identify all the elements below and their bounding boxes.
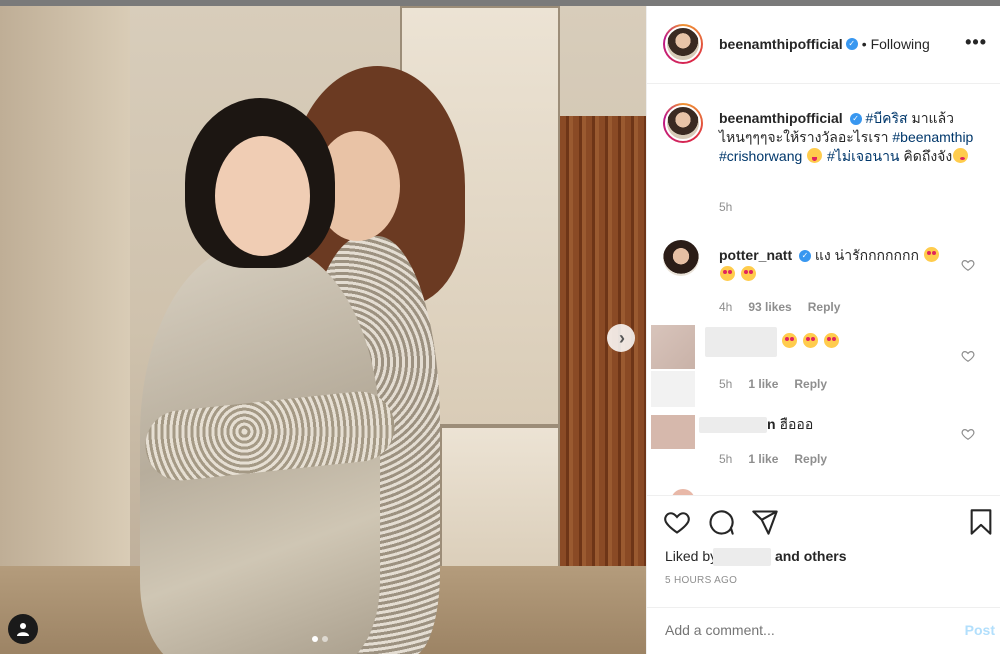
comment-icon[interactable] (707, 508, 735, 536)
chevron-right-icon: › (619, 328, 625, 348)
caption-time[interactable]: 5h (719, 200, 732, 214)
hashtag-link[interactable]: #ไม่เจอนาน (827, 148, 899, 164)
carousel-dot (312, 636, 318, 642)
follow-status-button[interactable]: Following (871, 36, 930, 52)
caption-meta: 5h (719, 200, 732, 214)
redacted-username (699, 417, 767, 434)
post-photo[interactable]: › (0, 6, 646, 654)
caption-username[interactable]: beenamthipofficial (719, 110, 843, 126)
comment-input[interactable] (665, 622, 915, 638)
comment-meta: 4h 93 likes Reply (719, 300, 840, 314)
author-avatar[interactable] (663, 103, 703, 143)
liked-by: Liked by and others (665, 548, 847, 567)
comment-time[interactable]: 4h (719, 300, 732, 314)
commenter-username-tail[interactable]: n (767, 416, 776, 432)
tagged-users-button[interactable] (8, 614, 38, 644)
comment-like-heart-icon[interactable] (961, 258, 975, 272)
comment-text (705, 327, 959, 357)
add-comment-bar: Post (647, 607, 1000, 654)
kiss-emoji-icon (953, 148, 969, 163)
photo-person-face (215, 136, 310, 256)
commenter-username[interactable]: potter_natt (719, 247, 792, 263)
tag-user-icon (17, 623, 29, 636)
comment-meta: 5h 1 like Reply (719, 452, 827, 466)
liked-by-prefix: Liked by (665, 548, 718, 564)
more-icon[interactable]: ••• (965, 32, 987, 53)
commenter-avatar[interactable] (651, 415, 695, 449)
comment-likes[interactable]: 1 like (748, 377, 778, 391)
carousel-dot (322, 636, 328, 642)
redacted-block (651, 371, 695, 407)
post-comment-button[interactable]: Post (965, 622, 995, 638)
comment-body: แง น่ารักกกกกกก (814, 247, 919, 263)
hashtag-link[interactable]: #บีคริส (865, 110, 907, 126)
heart-eyes-emoji-icon (781, 332, 797, 348)
caption-body: คิดถึงจัง (899, 148, 953, 164)
comment-time[interactable]: 5h (719, 452, 732, 466)
post-header: beenamthipofficial ✓ • Following ••• (647, 6, 1000, 84)
photo-background-panel (440, 426, 560, 586)
bookmark-icon[interactable] (967, 508, 995, 536)
caption-text: beenamthipofficial ✓ #บีคริส มาแล้ว ไหนๆ… (719, 109, 979, 166)
photo-background-wall (0, 6, 130, 654)
comment-likes[interactable]: 93 likes (748, 300, 791, 314)
comment-body: ฮือออ (779, 416, 814, 432)
post-timestamp[interactable]: 5 HOURS AGO (665, 575, 737, 586)
comment-likes[interactable]: 1 like (748, 452, 778, 466)
heart-icon[interactable] (663, 508, 691, 536)
author-avatar[interactable] (663, 24, 703, 64)
carousel-next-button[interactable]: › (607, 324, 635, 352)
commenter-avatar[interactable] (651, 325, 695, 369)
reply-button[interactable]: Reply (794, 452, 827, 466)
comment-text: n ฮือออ (699, 415, 959, 434)
heart-eyes-emoji-icon (740, 266, 756, 281)
post-sidebar: beenamthipofficial ✓ • Following ••• bee… (646, 6, 1000, 654)
verified-icon: ✓ (799, 250, 812, 263)
comment-time[interactable]: 5h (719, 377, 732, 391)
carousel-dots (312, 636, 328, 642)
verified-icon: ✓ (849, 113, 862, 126)
comment-text: potter_natt ✓ แง น่ารักกกกกกก (719, 246, 959, 284)
hashtag-link[interactable]: #crishorwang (719, 148, 802, 164)
heart-eyes-emoji-icon (823, 332, 839, 348)
post-actions: Liked by and others 5 HOURS AGO (647, 495, 1000, 607)
reply-button[interactable]: Reply (794, 377, 827, 391)
share-icon[interactable] (751, 508, 779, 536)
author-line: beenamthipofficial ✓ • Following (719, 36, 930, 52)
heart-eyes-emoji-icon (720, 266, 735, 281)
liked-by-others-link[interactable]: and others (775, 548, 847, 564)
commenter-avatar[interactable] (663, 240, 699, 276)
tongue-emoji-icon (807, 148, 823, 163)
reply-button[interactable]: Reply (808, 300, 841, 314)
comment-meta: 5h 1 like Reply (719, 377, 827, 391)
comments-list[interactable]: beenamthipofficial ✓ #บีคริส มาแล้ว ไหนๆ… (647, 85, 1000, 495)
heart-eyes-emoji-icon (802, 332, 818, 348)
hashtag-link[interactable]: #beenamthip (892, 129, 973, 145)
author-username[interactable]: beenamthipofficial (719, 36, 843, 52)
comment-like-heart-icon[interactable] (961, 427, 975, 441)
comment-like-heart-icon[interactable] (961, 349, 975, 363)
verified-icon: ✓ (845, 38, 858, 50)
redacted-username (705, 327, 777, 357)
redacted-username (713, 548, 772, 567)
heart-eyes-emoji-icon (923, 247, 939, 262)
separator: • (861, 36, 867, 52)
